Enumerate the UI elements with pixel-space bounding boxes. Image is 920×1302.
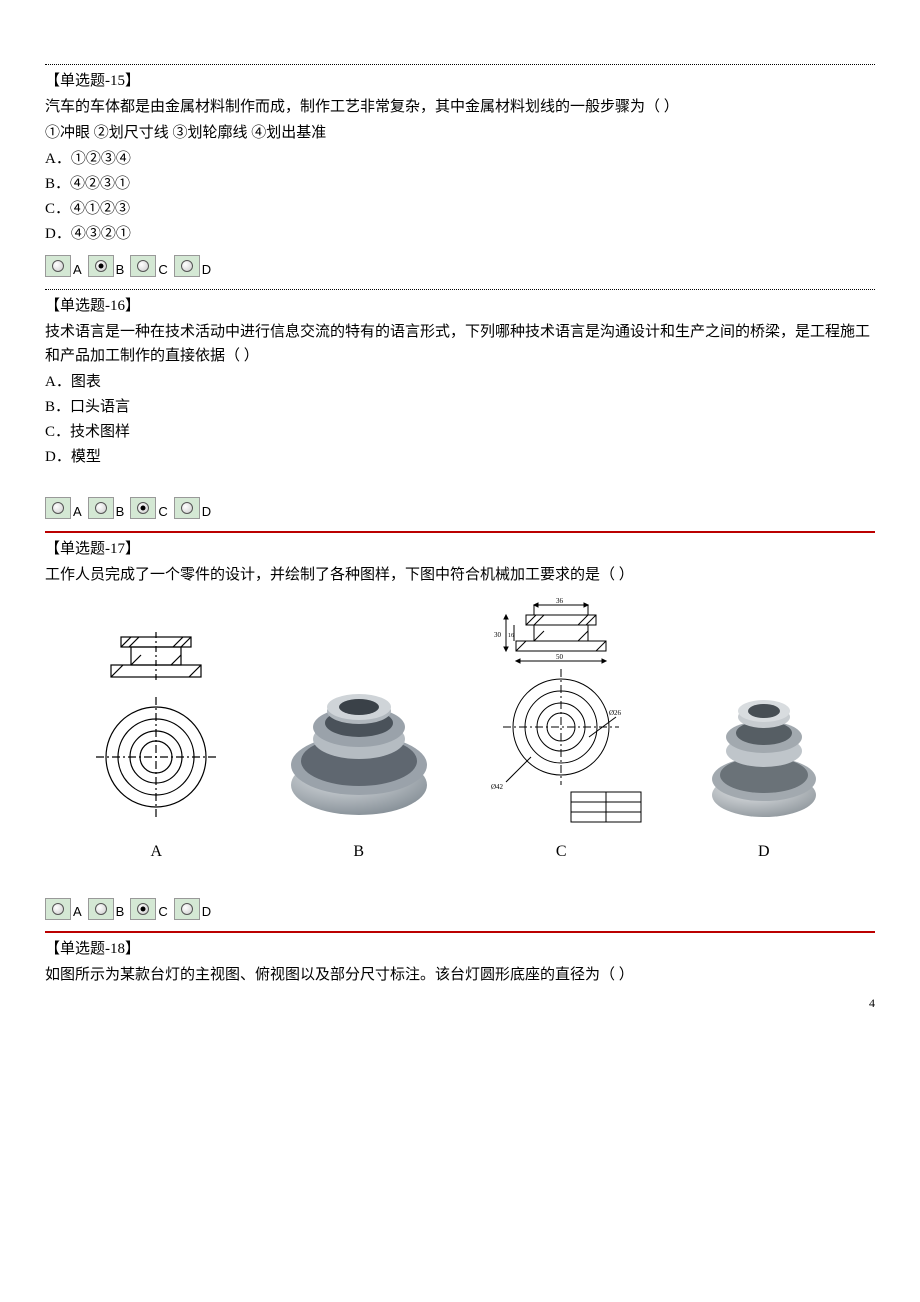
- q15-radio-row: A B C D: [45, 252, 875, 281]
- question-16: 【单选题-16】 技术语言是一种在技术活动中进行信息交流的特有的语言形式，下列哪…: [45, 294, 875, 523]
- drawing-c-icon: 36: [476, 597, 646, 827]
- divider-q15-bottom: [45, 289, 875, 290]
- drawing-a-icon: [91, 627, 221, 827]
- q15-radio-a[interactable]: [45, 255, 71, 277]
- q15-radio-d-label: D: [202, 252, 211, 281]
- svg-text:50: 50: [556, 653, 564, 661]
- q15-stem: 汽车的车体都是由金属材料制作而成，制作工艺非常复杂，其中金属材料划线的一般步骤为…: [45, 95, 875, 119]
- q17-image-a-label: A: [150, 839, 162, 865]
- q15-radio-a-label: A: [73, 252, 82, 281]
- q15-sub: ①冲眼 ②划尺寸线 ③划轮廓线 ④划出基准: [45, 121, 875, 145]
- q16-title: 【单选题-16】: [45, 294, 875, 318]
- q17-radio-c-label: C: [158, 894, 167, 923]
- q18-stem: 如图所示为某款台灯的主视图、俯视图以及部分尺寸标注。该台灯圆形底座的直径为（ ）: [45, 963, 875, 987]
- q17-stem: 工作人员完成了一个零件的设计，并绘制了各种图样，下图中符合机械加工要求的是（ ）: [45, 563, 875, 587]
- q16-radio-c[interactable]: [130, 497, 156, 519]
- q17-radio-b[interactable]: [88, 898, 114, 920]
- q17-image-b-label: B: [353, 839, 364, 865]
- q17-radio-row: A B C D: [45, 894, 875, 923]
- q16-opt-a: A．图表: [45, 370, 875, 394]
- q16-stem: 技术语言是一种在技术活动中进行信息交流的特有的语言形式，下列哪种技术语言是沟通设…: [45, 320, 875, 368]
- q15-opt-b: B．④②③①: [45, 172, 875, 196]
- q16-radio-b[interactable]: [88, 497, 114, 519]
- q17-image-c-label: C: [556, 839, 567, 865]
- q15-radio-c-label: C: [158, 252, 167, 281]
- q16-radio-row: A B C D: [45, 494, 875, 523]
- q16-radio-d-label: D: [202, 494, 211, 523]
- question-17: 【单选题-17】 工作人员完成了一个零件的设计，并绘制了各种图样，下图中符合机械…: [45, 537, 875, 923]
- svg-text:Ø42: Ø42: [491, 783, 504, 791]
- q17-image-b: B: [269, 667, 449, 865]
- q16-radio-b-label: B: [116, 494, 125, 523]
- svg-text:36: 36: [556, 597, 564, 605]
- q17-radio-d[interactable]: [174, 898, 200, 920]
- svg-text:30: 30: [494, 631, 502, 639]
- question-18: 【单选题-18】 如图所示为某款台灯的主视图、俯视图以及部分尺寸标注。该台灯圆形…: [45, 937, 875, 987]
- q15-radio-c[interactable]: [130, 255, 156, 277]
- q15-radio-b-label: B: [116, 252, 125, 281]
- q17-radio-a[interactable]: [45, 898, 71, 920]
- q16-radio-c-label: C: [158, 494, 167, 523]
- q18-title: 【单选题-18】: [45, 937, 875, 961]
- q17-image-row: A B: [45, 597, 875, 865]
- question-15: 【单选题-15】 汽车的车体都是由金属材料制作而成，制作工艺非常复杂，其中金属材…: [45, 69, 875, 281]
- q17-title: 【单选题-17】: [45, 537, 875, 561]
- q15-radio-d[interactable]: [174, 255, 200, 277]
- q17-radio-a-label: A: [73, 894, 82, 923]
- q16-radio-d[interactable]: [174, 497, 200, 519]
- q17-image-d-label: D: [758, 839, 770, 865]
- divider-accent-q17: [45, 531, 875, 533]
- q15-opt-d: D．④③②①: [45, 222, 875, 246]
- q15-opt-c: C．④①②③: [45, 197, 875, 221]
- render-d-icon: [699, 667, 829, 827]
- divider-top: [45, 64, 875, 65]
- q16-opt-b: B．口头语言: [45, 395, 875, 419]
- q17-radio-c[interactable]: [130, 898, 156, 920]
- svg-text:Ø26: Ø26: [609, 709, 622, 717]
- q16-opt-d: D．模型: [45, 445, 875, 469]
- divider-accent-q18: [45, 931, 875, 933]
- render-b-icon: [279, 667, 439, 827]
- q16-opt-c: C．技术图样: [45, 420, 875, 444]
- q17-radio-b-label: B: [116, 894, 125, 923]
- q15-radio-b[interactable]: [88, 255, 114, 277]
- q17-image-a: A: [66, 627, 246, 865]
- svg-text:16: 16: [508, 633, 514, 639]
- q17-image-c: 36: [471, 597, 651, 865]
- q15-opt-a: A．①②③④: [45, 147, 875, 171]
- q17-image-d: D: [674, 667, 854, 865]
- q16-radio-a[interactable]: [45, 497, 71, 519]
- page-number: 4: [869, 994, 875, 1013]
- q15-title: 【单选题-15】: [45, 69, 875, 93]
- q17-radio-d-label: D: [202, 894, 211, 923]
- q16-radio-a-label: A: [73, 494, 82, 523]
